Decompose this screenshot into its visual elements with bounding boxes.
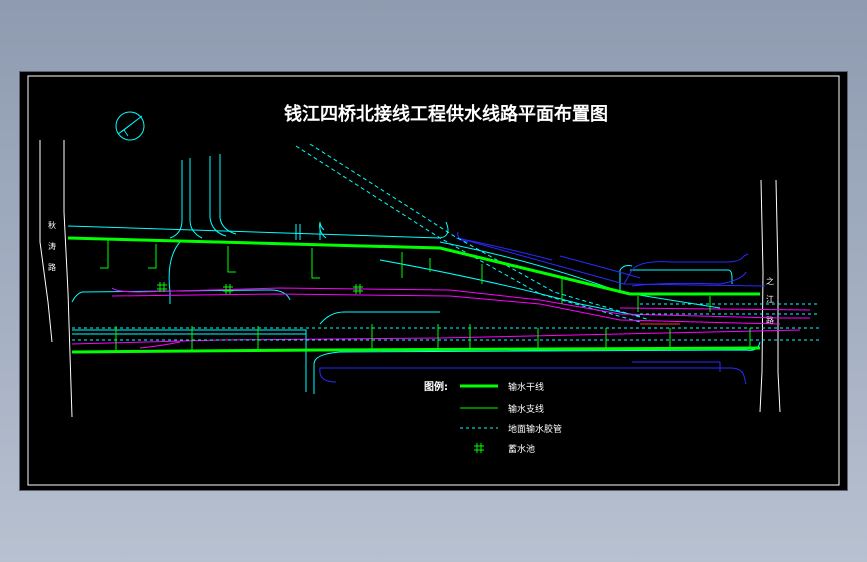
- svg-text:之: 之: [766, 276, 774, 286]
- svg-text:江: 江: [766, 295, 774, 304]
- svg-text:输水干线: 输水干线: [508, 381, 544, 393]
- left-road-label: 秋 涛 路: [48, 220, 56, 272]
- drawing-viewport[interactable]: 钱江四桥北接线工程供水线路平面布置图 秋 涛 路 之 江 路 图例: 输水干线 …: [20, 72, 847, 490]
- svg-text:输水支线: 输水支线: [508, 403, 544, 415]
- legend-item-branch-line: 输水支线: [460, 403, 544, 415]
- drawing-frame: [27, 75, 840, 486]
- left-road: [39, 140, 73, 418]
- svg-text:涛: 涛: [48, 241, 56, 251]
- magenta-lines: [71, 287, 811, 349]
- north-arrow-icon: [115, 111, 145, 141]
- cad-drawing: 钱江四桥北接线工程供水线路平面布置图 秋 涛 路 之 江 路 图例: 输水干线 …: [27, 75, 840, 486]
- reservoir-marker: [157, 282, 167, 292]
- svg-text:地面输水胶管: 地面输水胶管: [508, 423, 562, 435]
- svg-text:路: 路: [48, 262, 56, 272]
- legend-item-reservoir: 蓄水池: [474, 443, 535, 455]
- legend-item-main-line: 输水干线: [460, 381, 544, 393]
- svg-text:秋: 秋: [48, 220, 56, 230]
- legend-heading: 图例:: [424, 380, 448, 393]
- road-network-blue: [319, 231, 766, 385]
- hash-icon: [474, 443, 484, 453]
- drawing-title: 钱江四桥北接线工程供水线路平面布置图: [284, 103, 608, 125]
- svg-text:蓄水池: 蓄水池: [508, 443, 535, 455]
- legend: 图例: 输水干线 输水支线 地面输水胶管 蓄水池: [424, 380, 562, 455]
- legend-item-surface-hose: 地面输水胶管: [460, 423, 562, 435]
- road-network-cyan: [67, 154, 761, 394]
